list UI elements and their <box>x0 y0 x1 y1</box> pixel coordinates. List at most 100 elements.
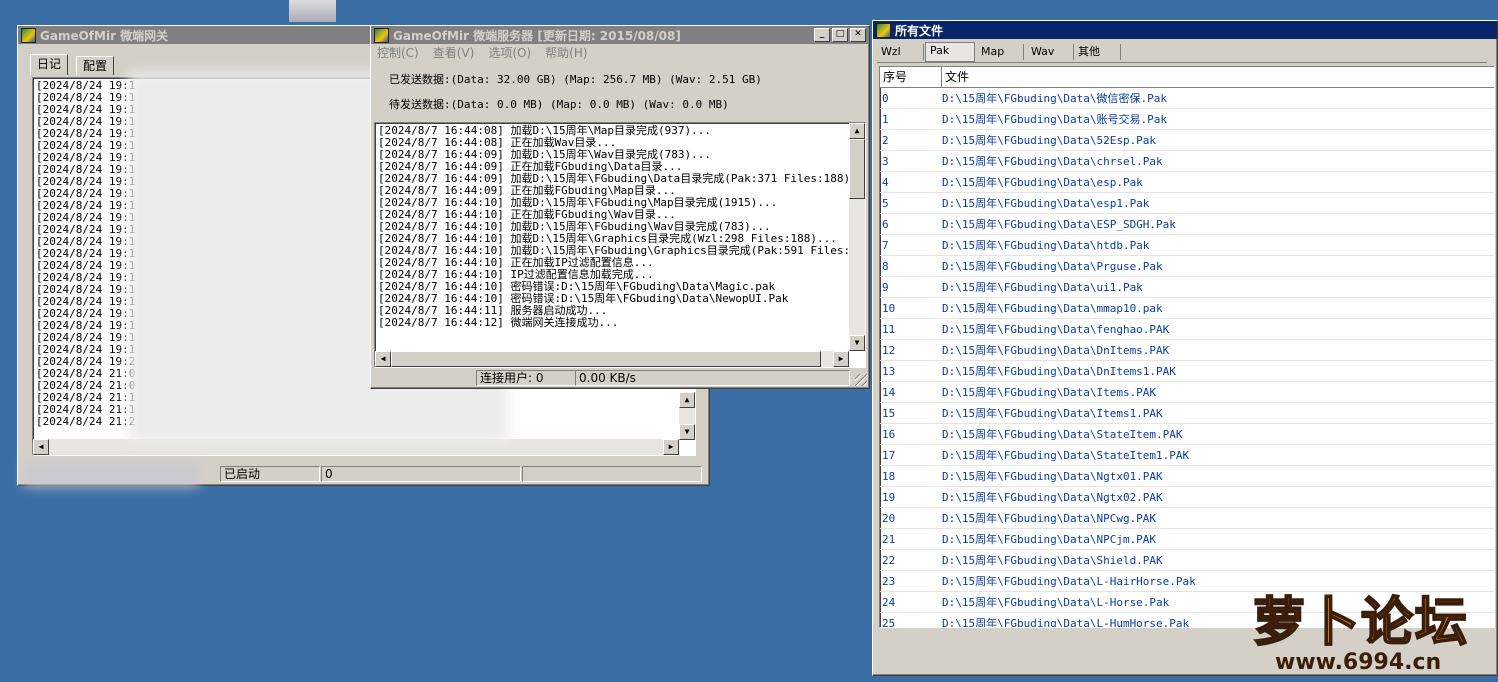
file-row[interactable]: 18 D:\15周年\FGbuding\Data\Ngtx01.PAK <box>880 465 1494 487</box>
tab-other-label: 其他 <box>1078 45 1100 58</box>
file-path: D:\15周年\FGbuding\Data\ui1.Pak <box>940 276 1494 298</box>
tab-other[interactable]: 其他 <box>1074 44 1121 60</box>
file-path: D:\15周年\FGbuding\Data\mmap10.pak <box>940 297 1494 319</box>
app-icon <box>876 22 891 38</box>
menu-help[interactable]: 帮助(H) <box>545 44 587 62</box>
gateway-log-vscroll[interactable]: ▲ ▼ <box>679 392 695 440</box>
file-row[interactable]: 6 D:\15周年\FGbuding\Data\ESP_SDGH.Pak <box>880 213 1494 235</box>
file-row[interactable]: 5 D:\15周年\FGbuding\Data\esp1.Pak <box>880 192 1494 214</box>
file-path: D:\15周年\FGbuding\Data\StateItem.PAK <box>940 423 1494 445</box>
file-index: 17 <box>880 444 940 466</box>
files-header: 序号 文件 <box>880 67 1494 88</box>
files-tabbar: Wzl Pak Map Wav 其他 <box>877 42 1487 63</box>
sent-value: (Data: 32.00 GB) (Map: 256.7 MB) (Wav: 2… <box>450 73 762 86</box>
file-path: D:\15周年\FGbuding\Data\Ngtx02.PAK <box>940 486 1494 508</box>
file-index: 18 <box>880 465 940 487</box>
file-index: 0 <box>880 88 940 109</box>
file-path: D:\15周年\FGbuding\Data\esp1.Pak <box>940 192 1494 214</box>
file-index: 3 <box>880 150 940 172</box>
files-titlebar[interactable]: 所有文件 <box>873 21 1497 39</box>
menu-view[interactable]: 查看(V) <box>433 44 475 62</box>
file-row[interactable]: 2 D:\15周年\FGbuding\Data\52Esp.Pak <box>880 129 1494 151</box>
tab-wzl[interactable]: Wzl <box>877 44 924 60</box>
file-row[interactable]: 1 D:\15周年\FGbuding\Data\账号交易.Pak <box>880 108 1494 130</box>
file-row[interactable]: 19 D:\15周年\FGbuding\Data\Ngtx02.PAK <box>880 486 1494 508</box>
scroll-down-icon[interactable]: ▼ <box>679 424 695 440</box>
file-row[interactable]: 15 D:\15周年\FGbuding\Data\Items1.PAK <box>880 402 1494 424</box>
file-row[interactable]: 0 D:\15周年\FGbuding\Data\微信密保.Pak <box>880 88 1494 109</box>
app-icon <box>21 27 36 43</box>
file-index: 15 <box>880 402 940 424</box>
tab-config-label: 配置 <box>83 59 108 73</box>
scroll-down-icon[interactable]: ▼ <box>849 335 865 351</box>
pending-label: 待发送数据: <box>389 98 451 111</box>
scroll-right-icon[interactable]: ▶ <box>833 351 849 367</box>
file-index: 20 <box>880 507 940 529</box>
scroll-right-icon[interactable]: ▶ <box>663 439 679 455</box>
file-row[interactable]: 7 D:\15周年\FGbuding\Data\htdb.Pak <box>880 234 1494 256</box>
tab-log[interactable]: 日记 <box>30 54 69 75</box>
menu-options[interactable]: 选项(O) <box>488 44 531 62</box>
file-row[interactable]: 14 D:\15周年\FGbuding\Data\Items.PAK <box>880 381 1494 403</box>
server-log[interactable]: [2024/8/7 16:44:08] 加载D:\15周年\Map目录完成(93… <box>374 122 866 368</box>
file-path: D:\15周年\FGbuding\Data\52Esp.Pak <box>940 129 1494 151</box>
file-row[interactable]: 4 D:\15周年\FGbuding\Data\esp.Pak <box>880 171 1494 193</box>
server-log-vscroll[interactable]: ▲ ▼ <box>849 123 865 351</box>
file-row[interactable]: 8 D:\15周年\FGbuding\Data\Prguse.Pak <box>880 255 1494 277</box>
files-list[interactable]: 序号 文件 0 D:\15周年\FGbuding\Data\微信密保.Pak 1 D:… <box>879 66 1495 628</box>
pending-value: (Data: 0.0 MB) (Map: 0.0 MB) (Wav: 0.0 M… <box>450 98 729 111</box>
file-row[interactable]: 9 D:\15周年\FGbuding\Data\ui1.Pak <box>880 276 1494 298</box>
file-path: D:\15周年\FGbuding\Data\DnItems1.PAK <box>940 360 1494 382</box>
file-row[interactable]: 20 D:\15周年\FGbuding\Data\NPCwg.PAK <box>880 507 1494 529</box>
status-empty <box>522 466 702 482</box>
server-titlebar[interactable]: GameOfMir 微端服务器 [更新日期: 2015/08/08] _ □ ✕ <box>371 26 869 44</box>
status-count-text: 0 <box>325 467 333 481</box>
desktop-image-icon[interactable] <box>289 0 336 22</box>
file-row[interactable]: 11 D:\15周年\FGbuding\Data\fenghao.PAK <box>880 318 1494 340</box>
file-index: 2 <box>880 129 940 151</box>
files-title: 所有文件 <box>895 23 944 38</box>
file-row[interactable]: 16 D:\15周年\FGbuding\Data\StateItem.PAK <box>880 423 1494 445</box>
pending-data: 待发送数据:(Data: 0.0 MB) (Map: 0.0 MB) (Wav:… <box>389 96 729 112</box>
gateway-title: GameOfMir 微端网关 <box>40 28 169 43</box>
file-index: 8 <box>880 255 940 277</box>
hscroll-thumb[interactable] <box>391 351 821 367</box>
file-row[interactable]: 3 D:\15周年\FGbuding\Data\chrsel.Pak <box>880 150 1494 172</box>
file-index: 19 <box>880 486 940 508</box>
resize-grip-icon[interactable] <box>855 374 867 386</box>
tab-map[interactable]: Map <box>977 44 1024 60</box>
file-row[interactable]: 17 D:\15周年\FGbuding\Data\StateItem1.PAK <box>880 444 1494 466</box>
close-button[interactable]: ✕ <box>850 28 866 42</box>
scroll-thumb[interactable] <box>849 139 865 199</box>
tab-config[interactable]: 配置 <box>76 56 115 75</box>
file-row[interactable]: 13 D:\15周年\FGbuding\Data\DnItems1.PAK <box>880 360 1494 382</box>
file-row[interactable]: 21 D:\15周年\FGbuding\Data\NPCjm.PAK <box>880 528 1494 550</box>
menu-control[interactable]: 控制(C) <box>377 44 419 62</box>
file-row[interactable]: 22 D:\15周年\FGbuding\Data\Shield.PAK <box>880 549 1494 571</box>
status-count: 0 <box>321 466 521 482</box>
scroll-left-icon[interactable]: ◀ <box>33 439 49 455</box>
tab-map-label: Map <box>981 45 1005 58</box>
file-path: D:\15周年\FGbuding\Data\Ngtx01.PAK <box>940 465 1494 487</box>
col-file-header[interactable]: 文件 <box>942 67 1494 87</box>
tab-log-label: 日记 <box>37 57 62 71</box>
scroll-left-icon[interactable]: ◀ <box>375 351 391 367</box>
tab-wav[interactable]: Wav <box>1027 44 1074 60</box>
file-path: D:\15周年\FGbuding\Data\Items1.PAK <box>940 402 1494 424</box>
scroll-up-icon[interactable]: ▲ <box>679 392 695 408</box>
tab-wzl-label: Wzl <box>881 45 901 58</box>
file-index: 12 <box>880 339 940 361</box>
watermark-site: www.6994.cn <box>1275 650 1442 675</box>
watermark-logo: 萝卜论坛 www.6994.cn <box>1245 580 1490 680</box>
tab-pak[interactable]: Pak <box>925 42 975 62</box>
col-index-header[interactable]: 序号 <box>880 67 942 87</box>
file-row[interactable]: 10 D:\15周年\FGbuding\Data\mmap10.pak <box>880 297 1494 319</box>
minimize-button[interactable]: _ <box>814 28 830 42</box>
file-row[interactable]: 12 D:\15周年\FGbuding\Data\DnItems.PAK <box>880 339 1494 361</box>
scroll-up-icon[interactable]: ▲ <box>849 123 865 139</box>
maximize-button[interactable]: □ <box>832 28 848 42</box>
server-log-hscroll[interactable]: ◀ ▶ <box>375 351 849 367</box>
sent-data: 已发送数据:(Data: 32.00 GB) (Map: 256.7 MB) (… <box>389 71 762 87</box>
file-path: D:\15周年\FGbuding\Data\NPCjm.PAK <box>940 528 1494 550</box>
file-path: D:\15周年\FGbuding\Data\StateItem1.PAK <box>940 444 1494 466</box>
